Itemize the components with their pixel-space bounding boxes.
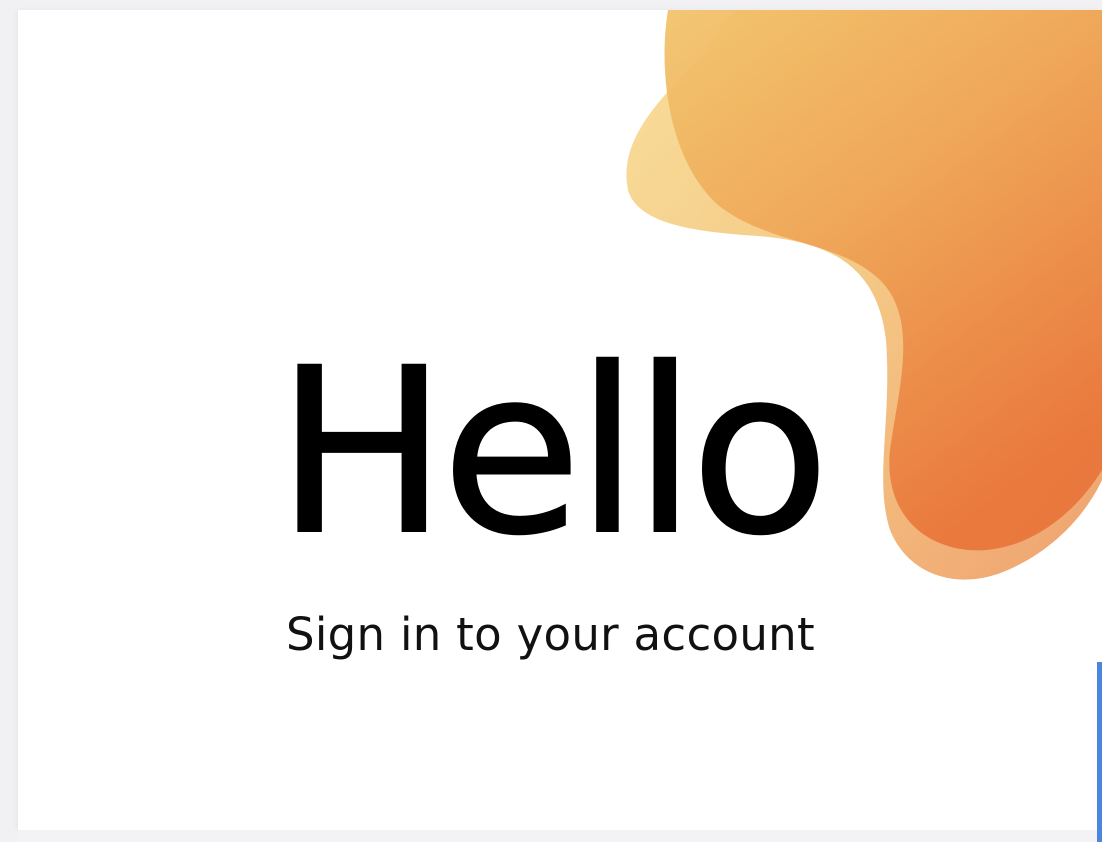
login-card: Hello Sign in to your account: [18, 10, 1102, 830]
bottom-shadow-strip: [18, 830, 1102, 842]
sign-in-subtitle: Sign in to your account: [286, 608, 815, 661]
login-screen: Hello Sign in to your account: [0, 0, 1102, 842]
edge-accent-bar: [1097, 662, 1102, 842]
hello-heading: Hello: [275, 319, 831, 585]
